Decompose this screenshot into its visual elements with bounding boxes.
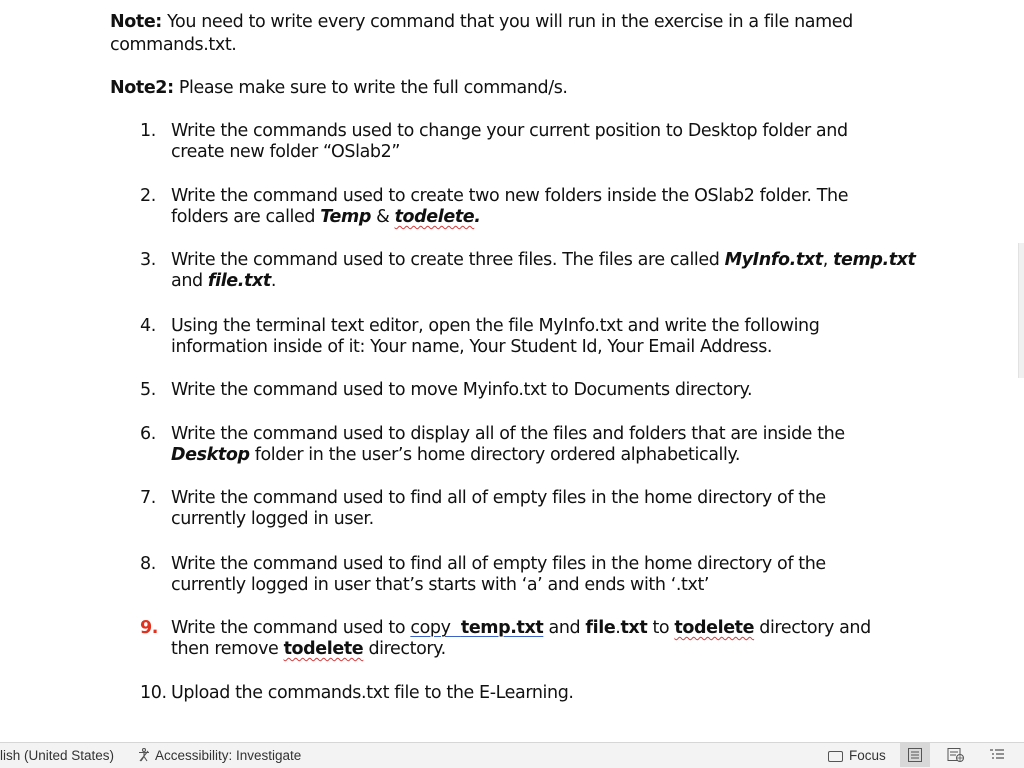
- item-line: Using the terminal text editor, open the…: [171, 316, 820, 336]
- side-panel-handle[interactable]: [1018, 243, 1024, 378]
- focus-button[interactable]: Focus: [828, 748, 886, 763]
- text-run: .: [474, 207, 481, 227]
- list-number: 3.: [140, 250, 156, 270]
- file-extension: txt: [620, 618, 648, 638]
- text-run: directory.: [363, 639, 446, 659]
- text-run: and: [543, 618, 586, 638]
- accessibility-icon: [139, 748, 149, 762]
- item-line: Desktop folder in the user’s home direct…: [171, 444, 740, 466]
- note-1: Note: You need to write every command th…: [110, 11, 853, 33]
- text-run: ,: [822, 250, 834, 270]
- item-line: and file.txt.: [171, 270, 276, 292]
- list-number: 4.: [140, 316, 156, 336]
- file-name-temp: temp.txt: [460, 618, 544, 638]
- list-number: 10.: [140, 683, 167, 703]
- item-line: Write the command used to move Myinfo.tx…: [171, 380, 753, 400]
- list-number: 2.: [140, 186, 156, 206]
- folder-name-todelete: todelete: [394, 207, 475, 227]
- note-1-continued: commands.txt.: [110, 34, 237, 56]
- focus-icon: [828, 751, 843, 762]
- list-number: 5.: [140, 380, 156, 400]
- item-line: Write the command used to find all of em…: [171, 554, 826, 574]
- language-status[interactable]: lish (United States): [0, 748, 114, 763]
- file-name-myinfo: MyInfo.txt: [724, 250, 824, 270]
- file-name-file: file: [585, 618, 616, 638]
- list-number: 6.: [140, 424, 156, 444]
- text-run: folders are called: [171, 207, 321, 227]
- item-line: Write the commands used to change your c…: [171, 121, 848, 141]
- text-run: &: [370, 207, 395, 227]
- note-1-text-2: commands.txt.: [110, 35, 237, 55]
- list-number: 1.: [140, 121, 156, 141]
- note-2-label: Note2:: [110, 78, 174, 98]
- outline-view-button[interactable]: [982, 743, 1012, 767]
- item-line: then remove todelete directory.: [171, 638, 446, 660]
- note-2-text: Please make sure to write the full comma…: [173, 78, 568, 98]
- folder-name-temp: Temp: [320, 207, 371, 227]
- accessibility-label: Accessibility: Investigate: [155, 748, 302, 763]
- grammar-flagged-text: copy: [410, 618, 461, 638]
- folder-name-todelete: todelete: [283, 639, 364, 659]
- item-line: folders are called Temp & todelete.: [171, 206, 481, 228]
- web-layout-view-button[interactable]: [940, 743, 970, 767]
- list-number: 8.: [140, 554, 156, 574]
- text-run: and: [171, 271, 208, 291]
- note-1-label: Note:: [110, 12, 162, 32]
- text-run: .: [270, 271, 277, 291]
- status-bar: lish (United States) Accessibility: Inve…: [0, 742, 1024, 768]
- item-line: currently logged in user that’s starts w…: [171, 575, 710, 595]
- folder-name-desktop: Desktop: [171, 445, 250, 465]
- web-layout-icon: [947, 748, 964, 762]
- item-line: Write the command used to copy temp.txt …: [171, 617, 871, 639]
- item-line: Write the command used to display all of…: [171, 424, 845, 444]
- text-run: then remove: [171, 639, 284, 659]
- text-run: Write the command used to create three f…: [171, 250, 725, 270]
- outline-icon: [990, 749, 1004, 759]
- text-run: directory and: [754, 618, 871, 638]
- print-layout-view-button[interactable]: [900, 743, 930, 767]
- item-line: create new folder “OSlab2”: [171, 142, 401, 162]
- item-line: information inside of it: Your name, You…: [171, 337, 773, 357]
- text-run: folder in the user’s home directory orde…: [249, 445, 741, 465]
- focus-label: Focus: [849, 748, 886, 763]
- folder-name-todelete: todelete: [674, 618, 755, 638]
- page-layout-icon: [908, 748, 922, 762]
- text-run: Write the command used to: [171, 618, 411, 638]
- list-number-highlighted: 9.: [140, 618, 159, 638]
- document-page: Note: You need to write every command th…: [0, 0, 1024, 742]
- note-1-text: You need to write every command that you…: [161, 12, 853, 32]
- text-run: to: [647, 618, 675, 638]
- note-2: Note2: Please make sure to write the ful…: [110, 77, 568, 99]
- item-line: currently logged in user.: [171, 509, 374, 529]
- file-name-file: file.txt: [207, 271, 271, 291]
- accessibility-status[interactable]: Accessibility: Investigate: [137, 748, 301, 763]
- item-line: Write the command used to find all of em…: [171, 488, 826, 508]
- item-line: Upload the commands.txt file to the E-Le…: [171, 683, 574, 703]
- file-name-temp: temp.txt: [833, 250, 916, 270]
- item-line: Write the command used to create three f…: [171, 249, 916, 271]
- list-number: 7.: [140, 488, 156, 508]
- item-line: Write the command used to create two new…: [171, 186, 849, 206]
